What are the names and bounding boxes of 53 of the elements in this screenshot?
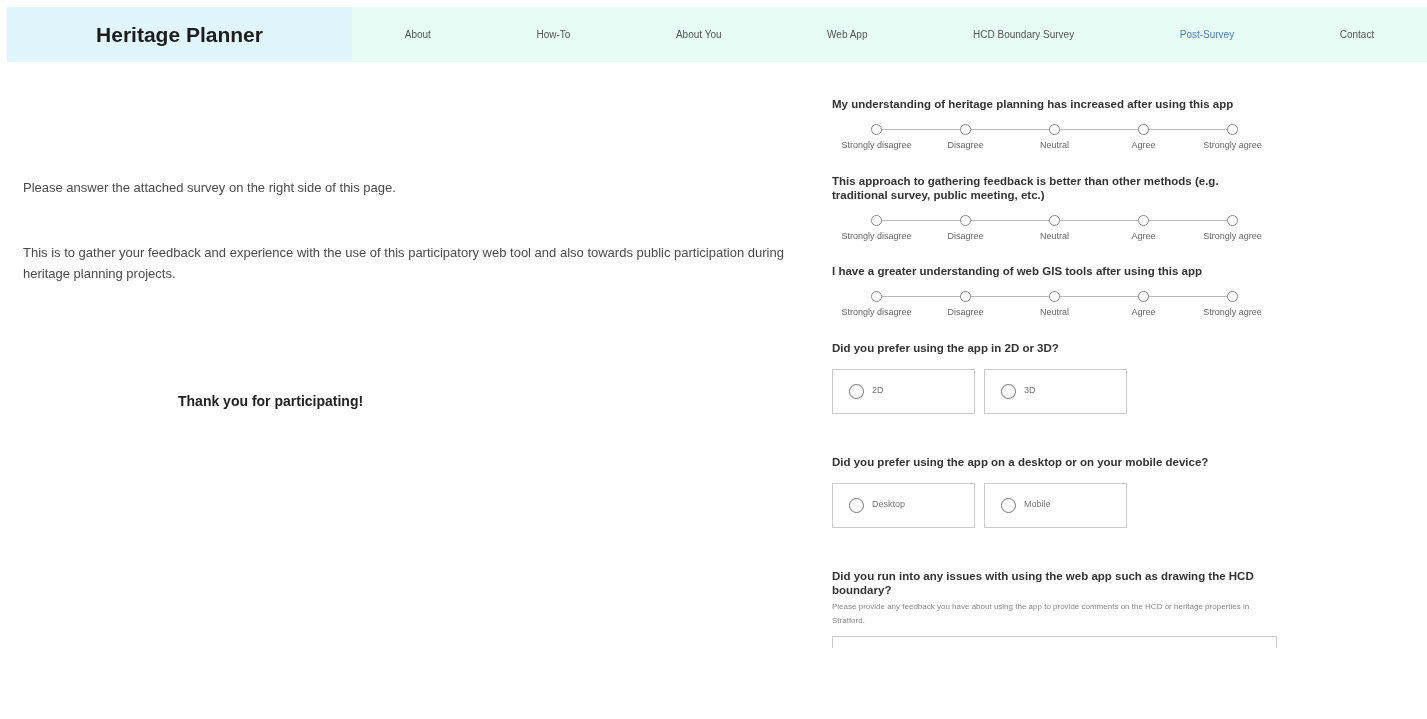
answer-box[interactable] bbox=[832, 635, 1277, 648]
rating-option[interactable]: Agree bbox=[1099, 214, 1188, 243]
intro-paragraph: Please answer the attached survey on the right side of this page. bbox=[23, 179, 397, 197]
rating-option[interactable]: Neutral bbox=[1010, 291, 1099, 320]
radio-icon bbox=[1227, 291, 1238, 302]
rating-option[interactable]: Strongly disagree bbox=[832, 291, 921, 320]
radio-icon bbox=[871, 291, 882, 302]
radio-icon bbox=[960, 291, 971, 302]
radio-icon bbox=[1138, 291, 1149, 302]
radio-icon bbox=[1138, 124, 1149, 135]
rating-option[interactable]: Strongly disagree bbox=[832, 124, 921, 153]
rating-option[interactable]: Agree bbox=[1099, 124, 1188, 153]
nav-link[interactable]: Contact bbox=[1339, 27, 1375, 42]
question-title: Did you prefer using the app in 2D or 3D? bbox=[832, 340, 1060, 355]
rating-option[interactable]: Disagree bbox=[921, 291, 1010, 320]
nav-link[interactable]: Post-Survey bbox=[1179, 27, 1235, 42]
site-title: Heritage Planner bbox=[96, 21, 263, 48]
question-title: My understanding of heritage planning has increased after using this app bbox=[832, 97, 1235, 111]
rating-option[interactable]: Neutral bbox=[1010, 214, 1099, 243]
intro-paragraph: This is to gather your feedback and experience with the use of this participatory web tool and also towards public participation during heritage planning projects. bbox=[23, 243, 785, 283]
choice-option[interactable]: Desktop bbox=[832, 482, 975, 528]
nav-link[interactable]: How-To bbox=[536, 27, 571, 42]
nav-link[interactable]: About bbox=[404, 27, 431, 42]
nav-link[interactable]: About You bbox=[675, 27, 722, 42]
radio-icon bbox=[1138, 214, 1149, 226]
question-title: Did you run into any issues with using the web app such as drawing the HCD boundary? bbox=[832, 568, 1255, 597]
radio-icon bbox=[1049, 124, 1060, 135]
rating-option[interactable]: Strongly agree bbox=[1188, 124, 1277, 153]
rating-option[interactable]: Strongly agree bbox=[1188, 214, 1277, 243]
radio-icon bbox=[871, 124, 882, 135]
rating-option[interactable]: Neutral bbox=[1010, 124, 1099, 153]
question-title: I have a greater understanding of web GIS tools after using this app bbox=[832, 264, 1203, 278]
radio-icon bbox=[871, 214, 882, 226]
nav-link[interactable]: Web App bbox=[827, 27, 868, 42]
rating-option[interactable]: Disagree bbox=[921, 214, 1010, 243]
question-description: Please provide any feedback you have about using the app to provide comments on the HCD or heritage properties in Stratford. bbox=[832, 600, 1251, 627]
radio-icon bbox=[960, 124, 971, 135]
rating-option[interactable]: Strongly disagree bbox=[832, 214, 921, 243]
nav-link[interactable]: HCD Boundary Survey bbox=[973, 27, 1075, 42]
question-title: Did you prefer using the app on a desktop or on your mobile device? bbox=[832, 454, 1210, 469]
radio-icon bbox=[1049, 214, 1060, 226]
rating-option[interactable]: Disagree bbox=[921, 124, 1010, 153]
radio-icon bbox=[1049, 291, 1060, 302]
radio-icon bbox=[960, 214, 971, 226]
radio-icon bbox=[1227, 214, 1238, 226]
rating-option[interactable]: Agree bbox=[1099, 291, 1188, 320]
choice-option[interactable]: Mobile bbox=[984, 482, 1127, 528]
rating-option[interactable]: Strongly agree bbox=[1188, 291, 1277, 320]
radio-icon bbox=[1227, 124, 1238, 135]
question-title: This approach to gathering feedback is better than other methods (e.g. traditional survey, public meeting, etc.) bbox=[832, 173, 1220, 202]
thanks-text: Thank you for participating! bbox=[178, 392, 364, 409]
choice-option[interactable]: 2D bbox=[832, 368, 975, 414]
choice-option[interactable]: 3D bbox=[984, 368, 1127, 414]
